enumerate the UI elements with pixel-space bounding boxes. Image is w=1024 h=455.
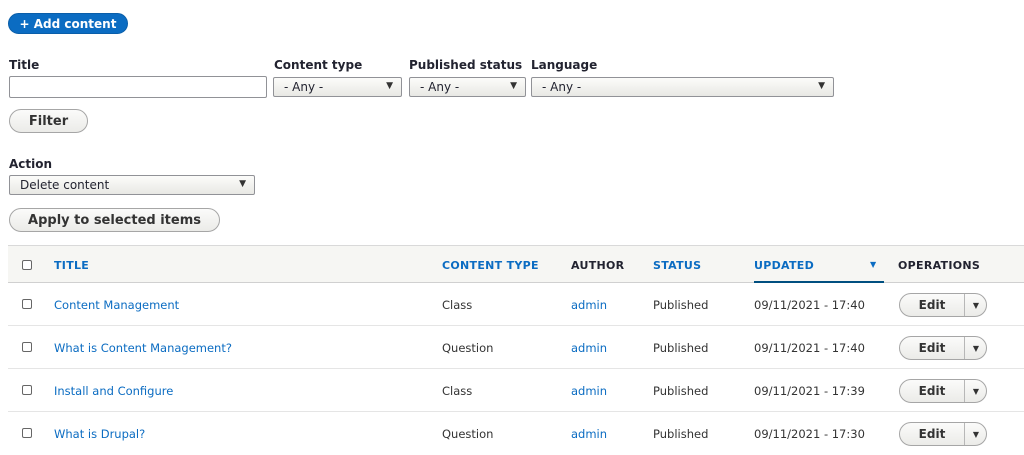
chevron-down-icon[interactable]: ▼ <box>965 294 987 316</box>
column-header-updated[interactable]: UPDATED <box>754 259 814 272</box>
edit-button[interactable]: Edit <box>900 423 964 445</box>
row-operations: Edit ▼ <box>899 336 987 360</box>
row-status: Published <box>653 298 709 312</box>
row-title-link[interactable]: Install and Configure <box>54 384 173 398</box>
row-content-type: Class <box>442 384 473 398</box>
row-author-link[interactable]: admin <box>571 384 607 398</box>
select-all-checkbox[interactable] <box>22 260 32 270</box>
language-filter-label: Language <box>531 58 598 72</box>
chevron-down-icon[interactable]: ▼ <box>965 337 987 359</box>
row-operations: Edit ▼ <box>899 422 987 446</box>
action-label: Action <box>9 157 53 171</box>
edit-button[interactable]: Edit <box>900 337 964 359</box>
action-select-value: Delete content <box>20 178 110 192</box>
table-row: What is Drupal? Question admin Published… <box>8 412 1024 455</box>
row-author-link[interactable]: admin <box>571 427 607 441</box>
row-status: Published <box>653 384 709 398</box>
row-content-type: Question <box>442 427 494 441</box>
add-content-button[interactable]: + Add content <box>8 13 128 34</box>
published-status-filter-label: Published status <box>409 58 523 72</box>
column-header-operations: OPERATIONS <box>898 259 981 272</box>
edit-button[interactable]: Edit <box>900 294 964 316</box>
caret-down-icon: ▼ <box>510 81 517 91</box>
row-operations: Edit ▼ <box>899 293 987 317</box>
published-status-select[interactable]: - Any - ▼ <box>409 77 526 97</box>
edit-button[interactable]: Edit <box>900 380 964 402</box>
table-header: TITLE CONTENT TYPE AUTHOR STATUS UPDATED… <box>8 245 1024 283</box>
column-header-status[interactable]: STATUS <box>653 259 701 272</box>
row-status: Published <box>653 427 709 441</box>
action-select[interactable]: Delete content ▼ <box>9 175 255 195</box>
language-select-value: - Any - <box>542 80 582 94</box>
row-author-link[interactable]: admin <box>571 341 607 355</box>
row-title-link[interactable]: What is Content Management? <box>54 341 232 355</box>
caret-down-icon: ▼ <box>818 81 825 91</box>
column-header-title[interactable]: TITLE <box>54 259 89 272</box>
content-type-select-value: - Any - <box>284 80 324 94</box>
row-checkbox[interactable] <box>22 385 32 395</box>
row-checkbox[interactable] <box>22 299 32 309</box>
chevron-down-icon[interactable]: ▼ <box>965 380 987 402</box>
row-checkbox[interactable] <box>22 428 32 438</box>
published-status-select-value: - Any - <box>420 80 460 94</box>
column-header-content-type[interactable]: CONTENT TYPE <box>442 259 539 272</box>
row-checkbox[interactable] <box>22 342 32 352</box>
content-type-select[interactable]: - Any - ▼ <box>273 77 402 97</box>
row-author-link[interactable]: admin <box>571 298 607 312</box>
table-row: What is Content Management? Question adm… <box>8 326 1024 369</box>
language-select[interactable]: - Any - ▼ <box>531 77 834 97</box>
filter-button[interactable]: Filter <box>9 109 88 133</box>
row-content-type: Question <box>442 341 494 355</box>
column-header-author: AUTHOR <box>571 259 625 272</box>
row-title-link[interactable]: Content Management <box>54 298 179 312</box>
row-updated: 09/11/2021 - 17:39 <box>754 384 865 398</box>
title-filter-label: Title <box>9 58 40 72</box>
row-title-link[interactable]: What is Drupal? <box>54 427 145 441</box>
caret-down-icon: ▼ <box>239 179 246 189</box>
row-updated: 09/11/2021 - 17:40 <box>754 341 865 355</box>
row-updated: 09/11/2021 - 17:40 <box>754 298 865 312</box>
apply-to-selected-button[interactable]: Apply to selected items <box>9 208 220 232</box>
row-operations: Edit ▼ <box>899 379 987 403</box>
table-row: Install and Configure Class admin Publis… <box>8 369 1024 412</box>
row-status: Published <box>653 341 709 355</box>
sort-desc-icon: ▼ <box>870 260 877 269</box>
title-filter-input[interactable] <box>9 76 267 98</box>
chevron-down-icon[interactable]: ▼ <box>965 423 987 445</box>
row-updated: 09/11/2021 - 17:30 <box>754 427 865 441</box>
row-content-type: Class <box>442 298 473 312</box>
content-type-filter-label: Content type <box>274 58 363 72</box>
caret-down-icon: ▼ <box>386 81 393 91</box>
table-row: Content Management Class admin Published… <box>8 283 1024 326</box>
